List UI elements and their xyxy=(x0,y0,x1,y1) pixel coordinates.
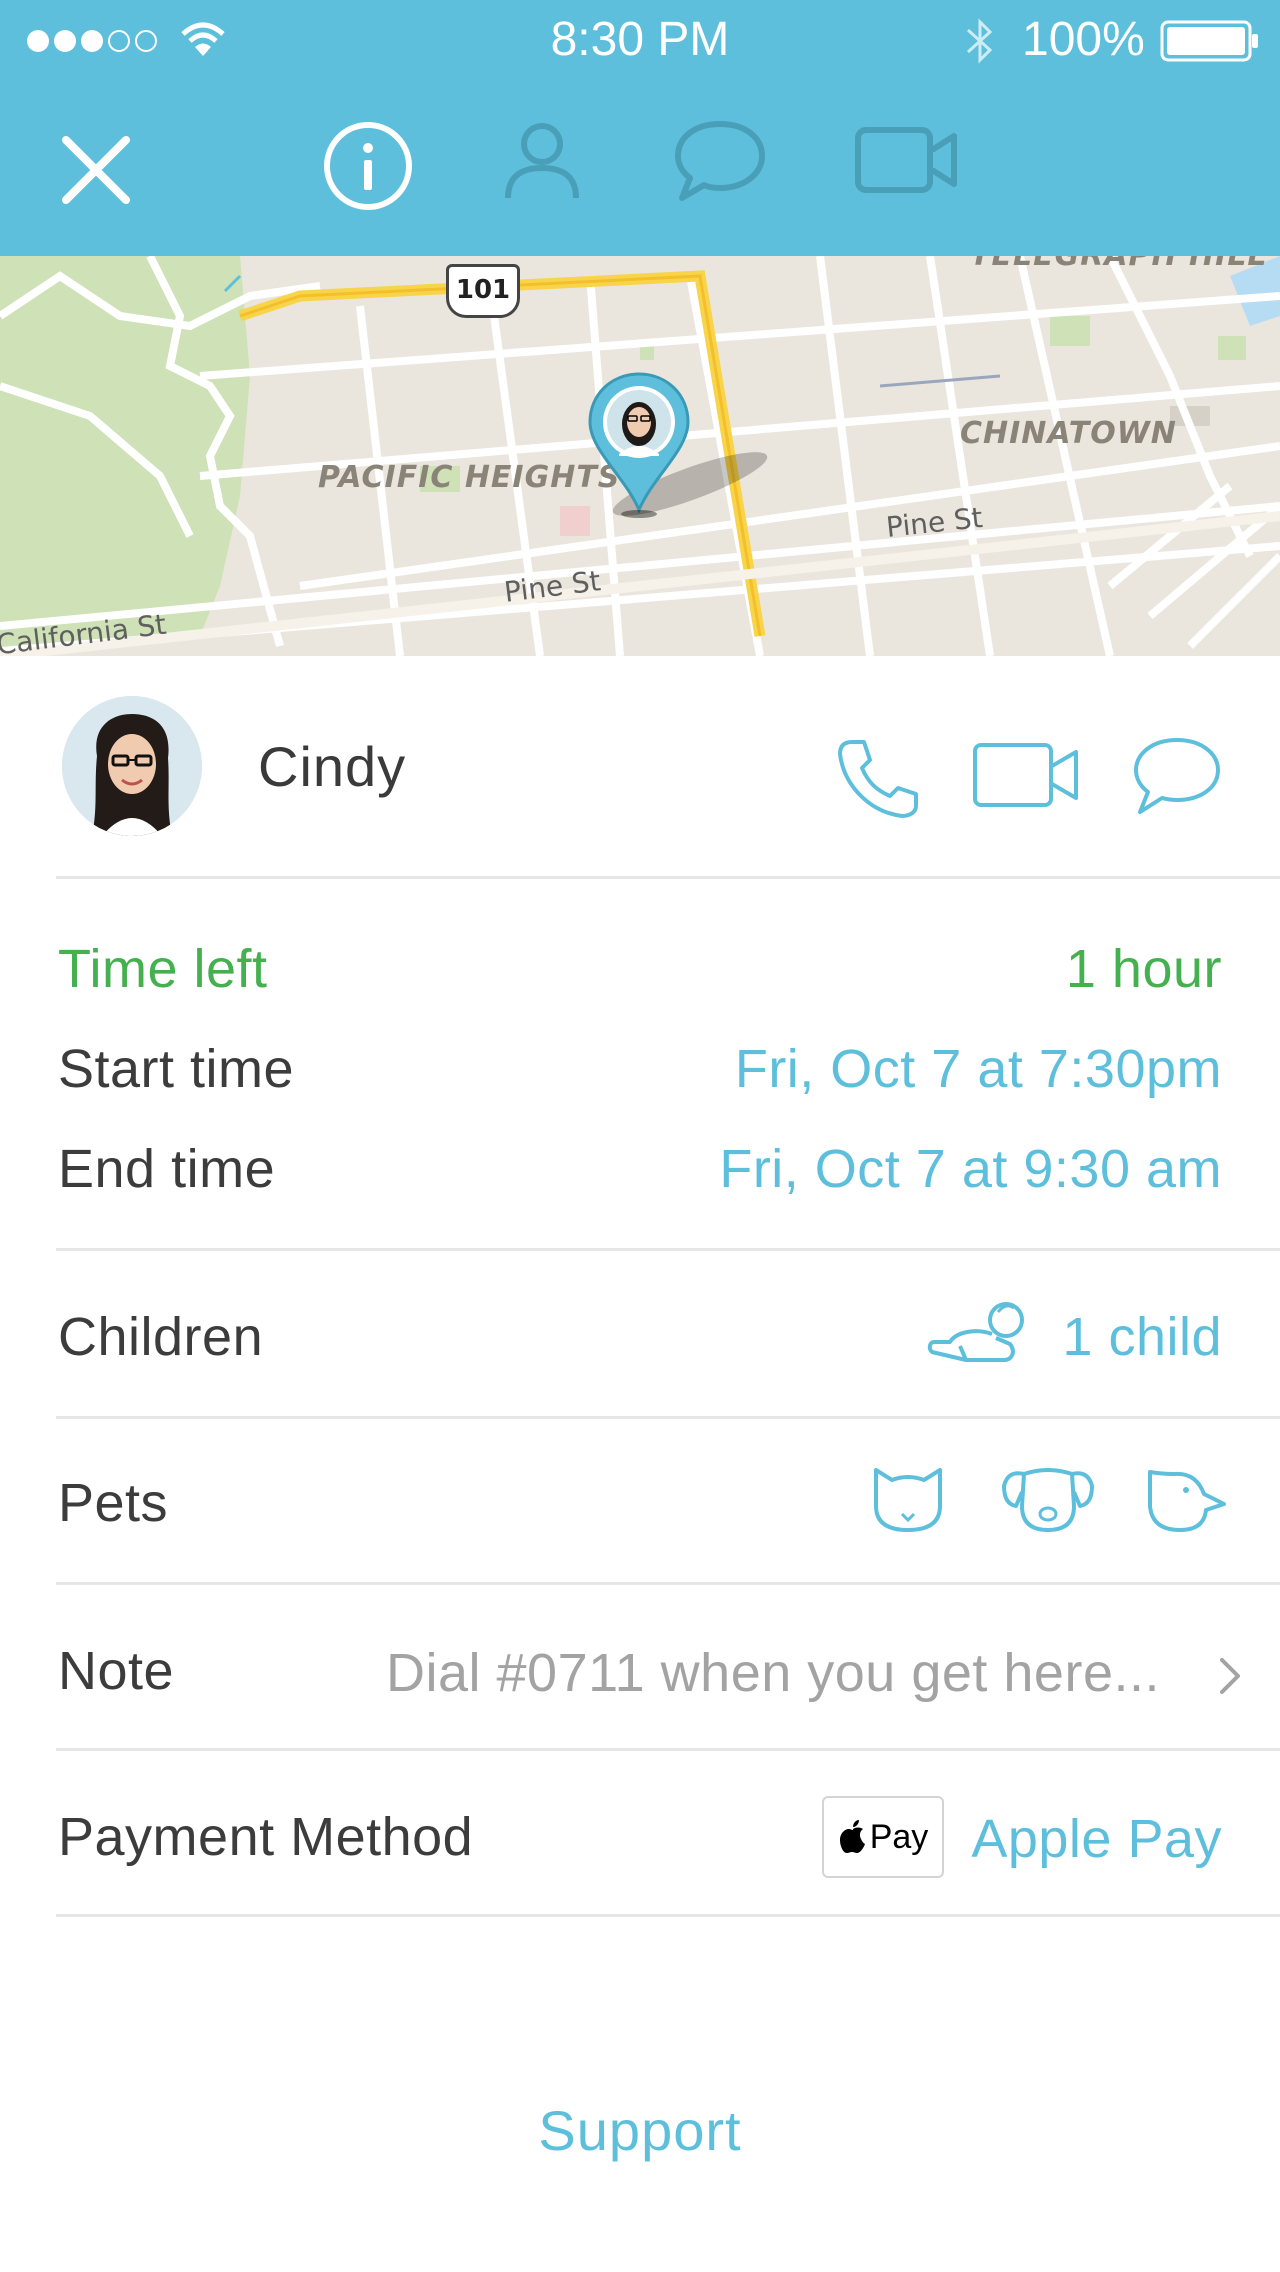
divider xyxy=(56,1582,1280,1585)
highway-shield: 101 xyxy=(446,264,520,318)
contact-header: Cindy xyxy=(0,656,1280,876)
end-time-value[interactable]: Fri, Oct 7 at 9:30 am xyxy=(719,1138,1222,1200)
payment-method-label: Payment Method xyxy=(58,1807,474,1867)
divider xyxy=(56,876,1280,879)
battery-icon xyxy=(1160,20,1258,62)
status-bar: 8:30 PM 100% xyxy=(0,0,1280,80)
location-pin-icon[interactable] xyxy=(586,370,692,518)
avatar-portrait xyxy=(62,696,202,836)
cat-icon[interactable] xyxy=(870,1466,946,1534)
contact-name: Cindy xyxy=(258,735,407,798)
divider xyxy=(56,1914,1280,1917)
chevron-right-icon[interactable] xyxy=(1216,1654,1246,1698)
children-label: Children xyxy=(58,1307,264,1367)
start-time-value[interactable]: Fri, Oct 7 at 7:30pm xyxy=(735,1038,1222,1100)
message-icon[interactable] xyxy=(1132,736,1222,816)
map-label-pacific-heights: PACIFIC HEIGHTS xyxy=(318,460,621,495)
baby-icon xyxy=(927,1302,1024,1362)
apple-pay-badge: Pay xyxy=(822,1796,944,1878)
time-left-value: 1 hour xyxy=(1065,939,1222,999)
note-label: Note xyxy=(58,1641,175,1701)
time-left-label: Time left xyxy=(58,939,268,999)
start-time-label: Start time xyxy=(58,1039,295,1099)
bluetooth-icon xyxy=(966,18,993,64)
avatar xyxy=(62,696,202,836)
pets-label: Pets xyxy=(58,1473,169,1533)
bird-icon[interactable] xyxy=(1144,1466,1228,1534)
info-icon[interactable] xyxy=(322,120,414,212)
note-value[interactable]: Dial #0711 when you get here... xyxy=(386,1642,1160,1704)
support-link[interactable]: Support xyxy=(0,2098,1280,2163)
divider xyxy=(56,1248,1280,1251)
video-call-icon[interactable] xyxy=(972,742,1080,808)
dog-icon[interactable] xyxy=(998,1466,1098,1534)
map-label-chinatown: CHINATOWN xyxy=(960,416,1177,451)
person-icon[interactable] xyxy=(502,120,582,202)
close-icon[interactable] xyxy=(58,132,134,208)
top-nav-bar xyxy=(0,80,1280,256)
apple-logo-icon xyxy=(839,1820,865,1853)
map-view[interactable]: 101 TELEGRAPH HILL PACIFIC HEIGHTS CHINA… xyxy=(0,256,1280,656)
phone-icon[interactable] xyxy=(836,738,920,820)
apple-pay-badge-text: Pay xyxy=(869,1817,929,1856)
map-label-telegraph-hill: TELEGRAPH HILL xyxy=(970,256,1268,273)
divider xyxy=(56,1416,1280,1419)
children-value[interactable]: 1 child xyxy=(1062,1306,1222,1368)
payment-method-value[interactable]: Apple Pay xyxy=(971,1808,1222,1870)
end-time-label: End time xyxy=(58,1139,276,1199)
divider xyxy=(56,1748,1280,1751)
video-icon[interactable] xyxy=(854,126,960,194)
battery-percent: 100% xyxy=(1022,13,1145,66)
chat-icon[interactable] xyxy=(672,118,768,204)
